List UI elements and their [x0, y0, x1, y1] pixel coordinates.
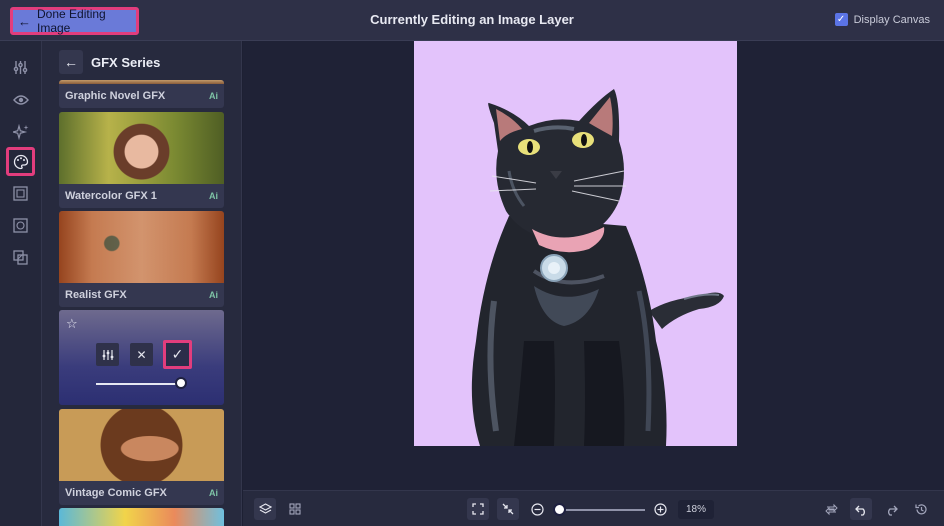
overlay-icon[interactable] [6, 243, 35, 272]
style-card-next[interactable] [59, 508, 224, 526]
style-card-graphic-novel[interactable]: Graphic Novel GFX Ai [59, 80, 224, 108]
style-thumbnail [59, 112, 224, 184]
collapse-button[interactable] [497, 498, 519, 520]
style-label: Graphic Novel GFX [65, 90, 166, 102]
display-canvas-checkbox[interactable]: ✓ [834, 13, 848, 26]
zoom-out-button[interactable] [526, 498, 548, 520]
ai-badge: Ai [209, 488, 218, 498]
fit-screen-button[interactable] [467, 498, 489, 520]
zoom-slider-handle[interactable] [553, 503, 566, 516]
check-icon: ✓ [171, 346, 184, 362]
close-icon: ✕ [136, 347, 147, 362]
ai-badge: Ai [209, 290, 218, 300]
style-thumbnail [59, 409, 224, 481]
style-editor-card: ☆ ✕ ✓ [59, 310, 224, 405]
cat-illustration [471, 89, 724, 446]
arrow-left-icon: ← [64, 54, 78, 70]
canvas-area [243, 41, 944, 490]
palette-icon[interactable] [6, 147, 35, 176]
display-canvas-label: Display Canvas [853, 13, 930, 26]
zoom-slider[interactable] [557, 509, 645, 511]
panel-title: GFX Series [91, 54, 161, 70]
panel-header: ← GFX Series [59, 50, 160, 74]
style-card-watercolor[interactable]: Watercolor GFX 1 Ai [59, 112, 224, 208]
frame-icon[interactable] [6, 179, 35, 208]
layers-button[interactable] [254, 498, 276, 520]
zoom-in-icon [653, 502, 667, 516]
style-label: Vintage Comic GFX [65, 487, 167, 499]
bottom-toolbar: 18% [243, 490, 944, 526]
sliders-icon[interactable] [6, 53, 35, 82]
intensity-slider[interactable] [96, 383, 182, 385]
tool-rail [0, 41, 42, 526]
intensity-slider-handle[interactable] [175, 377, 187, 389]
refresh-icon [824, 503, 838, 515]
style-thumbnail [59, 211, 224, 283]
replace-button[interactable] [820, 498, 842, 520]
page-title: Currently Editing an Image Layer [370, 12, 574, 27]
mask-icon[interactable] [6, 211, 35, 240]
undo-icon [854, 505, 865, 516]
cancel-button[interactable]: ✕ [130, 343, 153, 366]
back-button[interactable]: ← [59, 50, 83, 74]
top-bar: ← Done Editing Image Currently Editing a… [0, 0, 944, 41]
star-icon[interactable]: ☆ [66, 316, 78, 332]
style-label: Realist GFX [65, 289, 127, 301]
style-thumbnail [59, 508, 224, 526]
display-canvas-toggle[interactable]: ✓ Display Canvas [834, 13, 930, 26]
zoom-value[interactable]: 18% [678, 500, 714, 519]
style-label: Watercolor GFX 1 [65, 190, 157, 202]
style-card-vintage-comic[interactable]: Vintage Comic GFX Ai [59, 409, 224, 505]
layers-icon [258, 502, 272, 514]
redo-button[interactable] [880, 498, 902, 520]
undo-button[interactable] [850, 498, 872, 520]
grid-icon [289, 503, 301, 515]
sparkle-icon[interactable] [6, 117, 35, 146]
style-card-realist[interactable]: Realist GFX Ai [59, 211, 224, 307]
zoom-in-button[interactable] [649, 498, 671, 520]
eye-icon[interactable] [6, 85, 35, 114]
history-icon [914, 503, 927, 514]
grid-button[interactable] [284, 498, 306, 520]
ai-badge: Ai [209, 191, 218, 201]
ai-badge: Ai [209, 91, 218, 101]
gfx-series-panel: ← GFX Series Graphic Novel GFX Ai Waterc… [42, 41, 242, 526]
expand-icon [472, 503, 484, 515]
history-button[interactable] [910, 498, 932, 520]
image-layer[interactable] [414, 41, 737, 446]
redo-icon [887, 505, 898, 516]
sliders-icon [102, 349, 113, 360]
zoom-out-icon [530, 502, 544, 516]
adjust-button[interactable] [96, 343, 119, 366]
apply-button[interactable]: ✓ [163, 340, 192, 369]
collapse-icon [502, 503, 514, 515]
